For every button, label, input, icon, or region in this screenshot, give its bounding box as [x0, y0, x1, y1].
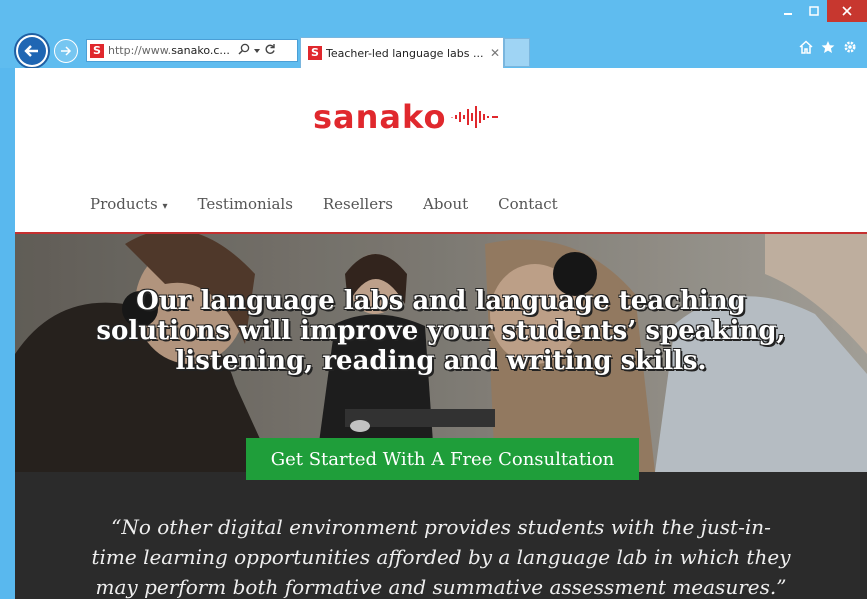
tab-active[interactable]: S Teacher-led language labs ... ✕ — [300, 37, 504, 68]
back-arrow-icon — [18, 37, 46, 65]
maximize-icon[interactable] — [801, 0, 827, 22]
tab-title: Teacher-led language labs ... — [326, 46, 484, 60]
nav-resellers[interactable]: Resellers — [323, 195, 393, 213]
window-controls — [775, 0, 867, 22]
nav-products[interactable]: Products ▾ — [90, 195, 168, 213]
main-navigation: Products ▾ Testimonials Resellers About … — [90, 195, 558, 213]
favorites-star-icon[interactable] — [821, 40, 835, 58]
settings-gear-icon[interactable] — [843, 40, 857, 58]
back-button[interactable] — [14, 33, 50, 69]
close-icon[interactable]: ✕ — [490, 46, 500, 60]
dropdown-caret-icon: ▾ — [162, 201, 168, 212]
logo-wordmark: sanako — [313, 98, 447, 136]
home-icon[interactable] — [799, 40, 813, 58]
toolbar-icons — [799, 40, 857, 58]
minimize-icon[interactable] — [775, 0, 801, 22]
close-window-icon[interactable] — [827, 0, 867, 22]
page-viewport: sanako Products ▾ Testimonials Resellers… — [15, 68, 867, 599]
browser-chrome: S http://www.sanako.c... S Teacher-led l… — [0, 0, 867, 69]
testimonial-band: “No other digital environment provides s… — [15, 472, 867, 599]
address-url[interactable]: http://www.sanako.c... — [108, 44, 232, 57]
free-consultation-button[interactable]: Get Started With A Free Consultation — [246, 438, 639, 480]
sound-wave-logo-icon — [451, 106, 499, 128]
site-logo[interactable]: sanako — [313, 98, 510, 136]
search-icon[interactable] — [238, 43, 250, 58]
site-favicon: S — [90, 43, 104, 58]
hero-section: Our language labs and language teaching … — [15, 234, 867, 472]
new-tab-button[interactable] — [504, 38, 530, 67]
refresh-icon[interactable] — [264, 43, 276, 58]
forward-button[interactable] — [54, 39, 78, 63]
nav-testimonials[interactable]: Testimonials — [198, 195, 293, 213]
hero-headline: Our language labs and language teaching … — [96, 286, 786, 376]
address-bar[interactable]: S http://www.sanako.c... — [86, 39, 298, 62]
testimonial-quote: “No other digital environment provides s… — [91, 515, 791, 599]
nav-about[interactable]: About — [423, 195, 468, 213]
tab-favicon: S — [308, 46, 322, 60]
nav-contact[interactable]: Contact — [498, 195, 558, 213]
forward-arrow-icon — [61, 46, 72, 56]
dropdown-icon[interactable] — [253, 44, 261, 58]
